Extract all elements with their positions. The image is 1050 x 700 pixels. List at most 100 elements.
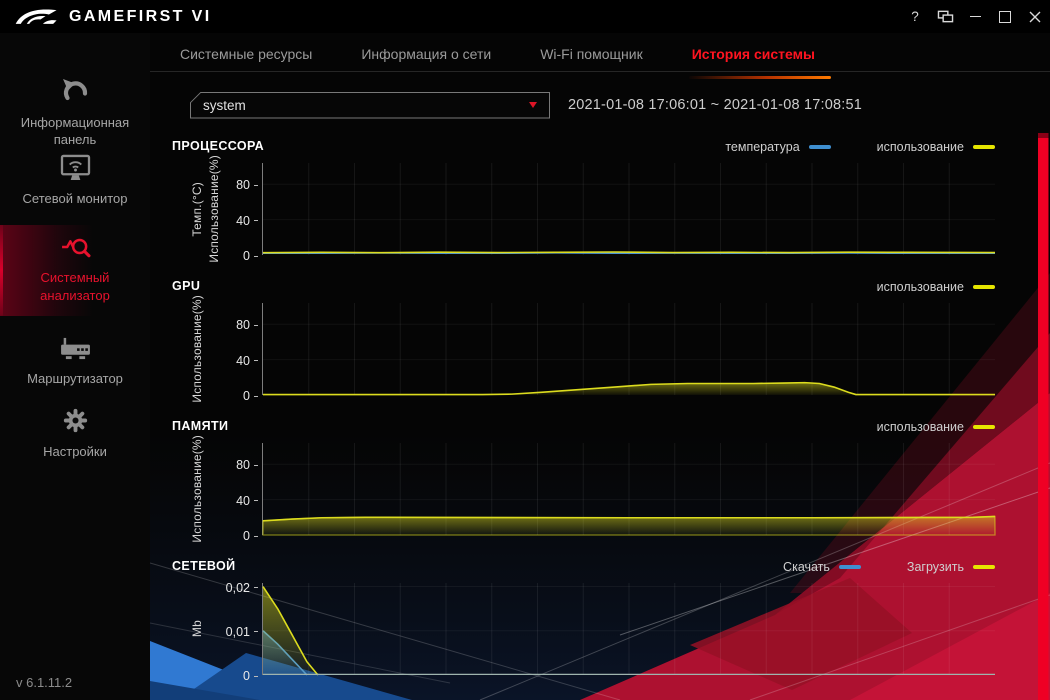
legend-item: температура <box>725 140 831 154</box>
maximize-icon <box>999 10 1011 23</box>
tick-mark <box>254 255 258 257</box>
chevron-down-icon <box>529 102 537 108</box>
sidebar-item-system-analyzer[interactable]: Системный анализатор <box>0 225 150 315</box>
chart-title: GPU <box>172 279 201 293</box>
legend-label: использование <box>876 420 964 434</box>
chart-gpu: GPU использование Использование(%) 0 40 80 <box>150 277 1050 417</box>
sidebar-item-network-monitor[interactable]: Сетевой монитор <box>0 154 150 207</box>
tick-mark <box>254 535 258 537</box>
tick-mark <box>254 675 258 677</box>
router-icon <box>58 336 93 361</box>
chart-legend: Скачать Загрузить <box>783 560 995 574</box>
tab-bar: Системные ресурсы Информация о сети Wi-Fi … <box>180 46 831 79</box>
y-tick-label: 80 <box>236 318 250 333</box>
sidebar-item-label: Настройки <box>43 443 107 459</box>
tick-mark <box>254 395 258 397</box>
legend-swatch <box>973 145 995 149</box>
chart-network: СЕТЕВОЙ Скачать Загрузить Mb 0 0,01 0,02 <box>150 557 1050 700</box>
chart-cpu: ПРОЦЕССОРА температура использование Темп.(… <box>150 137 1050 277</box>
chart-title: ПРОЦЕССОРА <box>172 139 265 153</box>
help-button[interactable]: ? <box>900 0 930 33</box>
tab-wifi-assistant[interactable]: Wi-Fi помощник <box>540 46 643 71</box>
sidebar-item-gear[interactable]: Настройки <box>0 407 150 460</box>
dashboard-icon <box>60 77 90 105</box>
chart-legend: использование <box>877 420 995 434</box>
sidebar-item-router[interactable]: Маршрутизатор <box>0 336 150 387</box>
close-button[interactable] <box>1020 0 1050 33</box>
plot-area <box>262 443 995 535</box>
legend-swatch <box>808 145 831 149</box>
y-tick: 80 <box>236 318 258 332</box>
y-tick: 40 <box>236 354 258 368</box>
chart-memory: ПАМЯТИ использование Использование(%) 0 40 80 <box>150 417 1050 557</box>
sidebar-item-label: Системный анализатор <box>40 270 110 303</box>
tab-label: Информация о сети <box>361 46 492 62</box>
y-tick: 80 <box>236 458 258 472</box>
tab-system-resources[interactable]: Системные ресурсы <box>180 46 312 71</box>
y-tick-label: 0,02 <box>225 580 250 595</box>
sidebar: Информационная панель Сетевой монитор Сист… <box>0 33 150 700</box>
tick-mark <box>254 500 258 502</box>
y-tick: 0 <box>243 249 258 263</box>
y-tick-label: 0,01 <box>225 624 250 639</box>
history-source-dropdown[interactable]: system <box>190 91 550 119</box>
legend-label: Загрузить <box>906 560 964 574</box>
always-on-top-button[interactable] <box>930 0 960 33</box>
y-tick-label: 0 <box>243 249 250 263</box>
y-tick-label: 0 <box>243 529 250 543</box>
tab-system-history[interactable]: История системы <box>688 46 831 79</box>
legend-item: использование <box>877 420 995 434</box>
y-axis-ticks: 0 40 80 <box>150 443 258 543</box>
tick-mark <box>254 587 258 589</box>
sidebar-item-label: Информационная панель <box>20 115 130 148</box>
y-tick-label: 40 <box>236 353 250 368</box>
controls-row: system 2021-01-08 17:06:01 ~ 2021-01-08 … <box>190 91 862 119</box>
tick-mark <box>254 184 258 186</box>
legend-item: использование <box>877 280 995 294</box>
tick-mark <box>254 360 258 362</box>
close-icon <box>1029 11 1041 22</box>
system-analyzer-icon <box>60 234 91 260</box>
minimize-icon <box>969 15 981 18</box>
minimize-button[interactable] <box>960 0 990 33</box>
tab-label: Системные ресурсы <box>180 46 313 62</box>
tab-label: Wi-Fi помощник <box>540 46 643 62</box>
y-axis-ticks: 0 40 80 <box>150 303 258 403</box>
tick-mark <box>254 220 258 222</box>
y-tick: 0 <box>243 389 258 403</box>
legend-label: температура <box>725 140 800 154</box>
y-tick: 80 <box>236 178 258 192</box>
tick-mark <box>254 631 258 633</box>
sidebar-item-label: Маршрутизатор <box>27 370 123 386</box>
legend-label: Скачать <box>783 560 830 574</box>
plot-area <box>262 583 995 675</box>
legend-swatch <box>838 565 861 569</box>
layers-icon <box>937 10 953 23</box>
y-tick-label: 40 <box>236 493 250 508</box>
tabs-divider <box>150 71 1050 72</box>
y-tick: 0 <box>243 669 258 683</box>
rog-logo-icon <box>14 5 60 29</box>
titlebar: GAMEFIRST VI ? <box>0 0 1050 33</box>
y-tick-label: 0 <box>243 389 250 403</box>
chart-title: СЕТЕВОЙ <box>172 559 236 573</box>
sidebar-item-dashboard[interactable]: Информационная панель <box>0 77 150 148</box>
y-tick: 40 <box>236 214 258 228</box>
window-controls: ? <box>900 0 1050 33</box>
gear-icon <box>62 407 89 434</box>
dropdown-value: system <box>203 97 246 113</box>
legend-item: использование <box>877 140 995 154</box>
app-title: GAMEFIRST VI <box>69 7 212 25</box>
sidebar-item-label: Сетевой монитор <box>22 191 128 207</box>
app-window: GAMEFIRST VI ? Информационная панель Сете… <box>0 0 1050 700</box>
maximize-button[interactable] <box>990 0 1020 33</box>
chart-legend: температура использование <box>725 140 995 154</box>
y-axis-ticks: 0 40 80 <box>150 163 258 263</box>
y-axis-ticks: 0 0,01 0,02 <box>150 580 258 683</box>
tick-mark <box>254 324 258 326</box>
legend-label: использование <box>876 280 964 294</box>
version-label: v 6.1.11.2 <box>16 675 73 690</box>
date-range-label: 2021-01-08 17:06:01 ~ 2021-01-08 17:08:5… <box>568 97 863 113</box>
y-tick-label: 40 <box>236 213 250 228</box>
tab-network-info[interactable]: Информация о сети <box>361 46 491 71</box>
